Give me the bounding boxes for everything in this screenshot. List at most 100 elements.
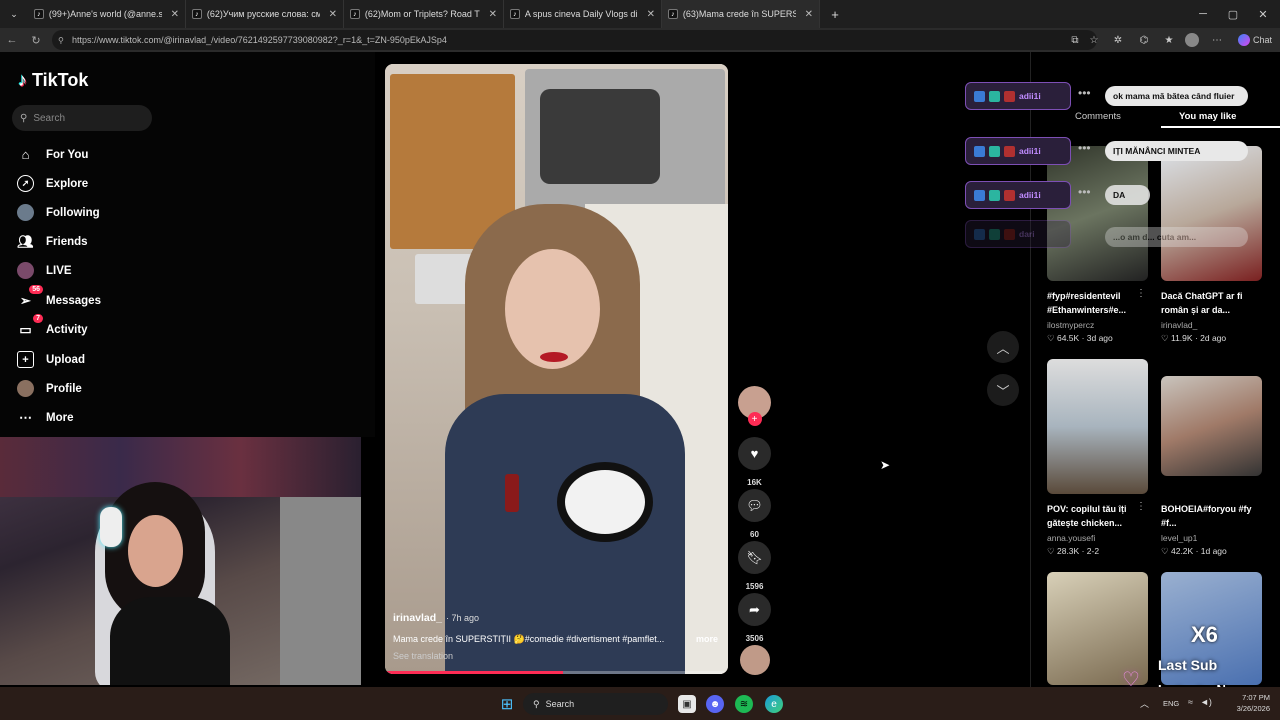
wifi-icon[interactable]: ≈ <box>1188 697 1193 707</box>
see-translation-link[interactable]: See translation <box>393 651 453 661</box>
close-icon[interactable]: ✕ <box>489 9 497 20</box>
save-button[interactable]: 🔖︎ 1596 <box>738 541 771 591</box>
right-panel-tabs: Comments You may like <box>1031 108 1280 128</box>
heart-icon: ♥ <box>738 437 771 470</box>
card-more-icon[interactable]: ⋮ <box>1136 288 1146 299</box>
sidebar-item-friends[interactable]: 👥︎ Friends <box>17 233 87 250</box>
minimize-icon[interactable]: ─ <box>1188 0 1218 28</box>
favorites-icon[interactable]: ★ <box>1162 33 1176 47</box>
comment-button[interactable]: 💬︎ 60 <box>738 489 771 539</box>
maximize-icon[interactable]: ▢ <box>1218 0 1248 28</box>
profile-avatar-icon[interactable] <box>1185 33 1199 47</box>
like-button[interactable]: ♥ 16K <box>738 437 771 487</box>
lipstick <box>505 474 519 512</box>
sidebar-item-profile[interactable]: Profile <box>17 380 82 397</box>
video-player[interactable]: irinavlad_ · 7h ago Mama crede în SUPERST… <box>385 64 728 674</box>
close-icon[interactable]: ✕ <box>171 9 179 20</box>
badge-icon <box>1004 145 1015 157</box>
sidebar-item-more[interactable]: ⋯ More <box>17 409 73 426</box>
copilot-icon[interactable]: ⌬ <box>1137 33 1151 47</box>
video-thumbnail <box>1047 359 1148 494</box>
tab-menu-chevron-icon[interactable]: ⌄ <box>0 0 28 28</box>
video-progress-fill <box>385 671 564 674</box>
search-icon: ⚲ <box>20 112 28 124</box>
sidebar-item-upload[interactable]: + Upload <box>17 351 85 368</box>
volume-icon[interactable]: ◄) <box>1200 697 1212 707</box>
compass-icon: ➚ <box>17 175 34 192</box>
extensions-icon[interactable]: ✲ <box>1111 33 1125 47</box>
chat-button[interactable]: Chat <box>1233 33 1277 47</box>
sidebar-item-live[interactable]: LIVE <box>17 262 72 279</box>
sound-avatar-button[interactable] <box>738 645 771 675</box>
language-indicator[interactable]: ENG <box>1163 699 1179 708</box>
tiktok-favicon-icon: ♪ <box>510 9 520 19</box>
edge-browser-icon[interactable]: e <box>765 695 783 713</box>
close-icon[interactable]: ✕ <box>329 9 337 20</box>
badge-icon <box>989 189 1000 201</box>
tiktok-favicon-icon: ♪ <box>350 9 360 19</box>
tab-you-may-like[interactable]: You may like <box>1179 111 1236 122</box>
recommended-video-card[interactable]: BOHOEIA#foryou #fy #f... level_up1 ♡ 42.… <box>1161 376 1262 557</box>
badge-icon <box>974 228 985 240</box>
video-author[interactable]: irinavlad_ · 7h ago <box>393 612 479 624</box>
browser-tab-active[interactable]: ♪(63)Mama crede în SUPERSTIȚII 🤔✕ <box>662 0 820 28</box>
sidebar-item-following[interactable]: Following <box>17 204 100 221</box>
taskbar-clock[interactable]: 7:07 PM 3/26/2026 <box>1237 692 1270 714</box>
woman-face <box>505 249 600 369</box>
close-icon[interactable]: ✕ <box>647 9 655 20</box>
site-info-icon[interactable]: ⚲ <box>58 36 64 45</box>
streamer-webcam <box>0 437 361 685</box>
card-more-icon[interactable]: ⋮ <box>1136 501 1146 512</box>
sidebar-item-activity[interactable]: ▭ 7 Activity <box>17 314 88 338</box>
browser-tab[interactable]: ♪A spus cineva Daily Vlogs din Paris✕ <box>504 0 662 28</box>
badge-icon <box>989 228 1000 240</box>
split-screen-icon[interactable]: ⧉ <box>1068 33 1082 47</box>
tiktok-favicon-icon: ♪ <box>34 9 44 19</box>
search-input[interactable]: ⚲ Search <box>12 105 152 131</box>
task-view-icon[interactable]: ▣ <box>678 695 696 713</box>
favorite-star-icon[interactable]: ☆ <box>1087 33 1101 47</box>
save-count: 1596 <box>745 582 764 591</box>
follow-plus-icon[interactable]: + <box>747 412 762 426</box>
sidebar-item-explore[interactable]: ➚ Explore <box>17 175 88 192</box>
caption-more-link[interactable]: more <box>696 634 718 645</box>
previous-video-button[interactable]: ︿ <box>987 331 1019 363</box>
spotify-icon[interactable]: ≋ <box>735 695 753 713</box>
creator-avatar-button[interactable]: + <box>738 386 771 426</box>
next-video-button[interactable]: ﹀ <box>987 374 1019 406</box>
recommended-video-card[interactable]: POV: copilul tău îți gătește chicken... … <box>1047 359 1148 557</box>
sidebar-item-for-you[interactable]: ⌂ For You <box>17 146 89 163</box>
copilot-chat-icon <box>1237 34 1250 46</box>
search-icon: ⚲ <box>533 698 540 709</box>
browser-tab[interactable]: ♪(99+)Anne's world (@anne.s_world✕ <box>28 0 186 28</box>
browser-tab[interactable]: ♪(62)Mom or Triplets? Road Trip Sur✕ <box>344 0 504 28</box>
tab-comments[interactable]: Comments <box>1075 111 1121 122</box>
share-button[interactable]: ➦ 3506 <box>738 593 771 643</box>
comment-count: 60 <box>750 530 759 539</box>
address-bar-row: ← ↻ ⚲ https://www.tiktok.com/@irinavlad_… <box>0 28 1280 52</box>
windows-start-icon[interactable]: ⊞ <box>498 695 516 713</box>
tiktok-logo[interactable]: ♪ TikTok <box>18 70 88 91</box>
last-sub-label: Last Sub <box>1158 657 1218 673</box>
video-progress-bar[interactable] <box>385 671 728 674</box>
discord-icon[interactable]: ☻ <box>706 695 724 713</box>
share-arrow-icon: ➦ <box>738 593 771 626</box>
badge-icon <box>1004 90 1015 102</box>
heart-outline-icon: ♡ <box>1161 333 1171 343</box>
activity-badge: 7 <box>33 314 43 323</box>
tray-chevron-up-icon[interactable]: ︿ <box>1140 697 1149 710</box>
activity-icon: ▭ 7 <box>17 314 43 338</box>
refresh-icon[interactable]: ↻ <box>28 32 44 48</box>
headset-icon <box>100 507 122 547</box>
browser-tab[interactable]: ♪(62)Учим русские слова: смешные✕ <box>186 0 344 28</box>
back-arrow-icon[interactable]: ← <box>4 32 20 48</box>
chat-user-badge: dari <box>965 220 1071 248</box>
url-field[interactable]: ⚲ https://www.tiktok.com/@irinavlad_/vid… <box>52 30 1097 50</box>
window-close-icon[interactable]: ✕ <box>1248 0 1278 28</box>
close-icon[interactable]: ✕ <box>805 9 813 20</box>
badge-icon <box>974 90 985 102</box>
new-tab-plus-icon[interactable]: + <box>820 0 850 28</box>
taskbar-search[interactable]: ⚲ Search <box>523 693 668 715</box>
sidebar-item-messages[interactable]: ➢ 56 Messages <box>17 285 101 309</box>
settings-more-icon[interactable]: ⋯ <box>1210 33 1224 47</box>
